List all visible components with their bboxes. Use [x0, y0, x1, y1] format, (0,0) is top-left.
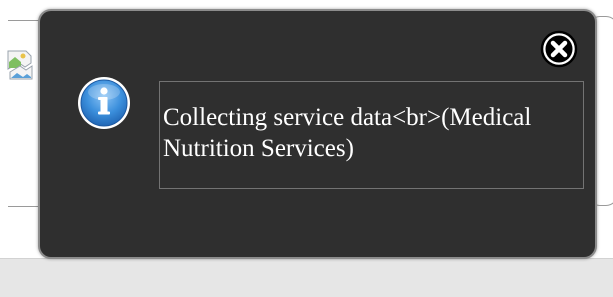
page-divider-bottom [8, 206, 40, 207]
info-icon [76, 75, 132, 131]
footer-bar [0, 258, 613, 297]
dialog-message: Collecting service data<br>(Medical Nutr… [163, 104, 532, 162]
message-box: Collecting service data<br>(Medical Nutr… [159, 81, 584, 189]
broken-image-icon [7, 50, 39, 80]
close-icon[interactable] [539, 29, 579, 69]
page-divider-top [8, 20, 40, 21]
notification-dialog: Collecting service data<br>(Medical Nutr… [38, 9, 597, 259]
close-button[interactable] [539, 29, 579, 69]
